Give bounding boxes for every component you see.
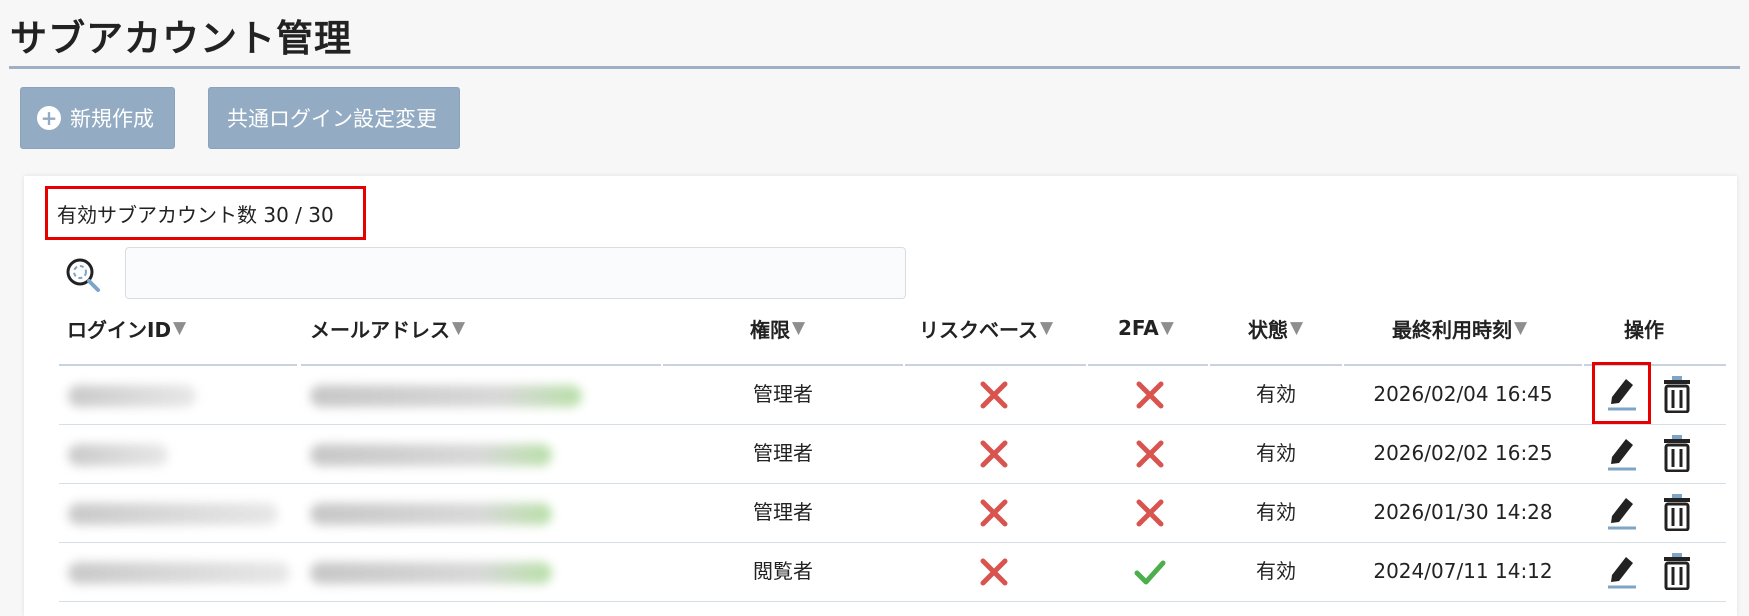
sort-down-icon: ▼ xyxy=(452,318,466,338)
common-login-settings-button[interactable]: 共通ログイン設定変更 xyxy=(208,87,460,149)
role-cell: 管理者 xyxy=(753,441,813,465)
header-divider xyxy=(1088,364,1208,366)
row-divider xyxy=(59,483,1726,484)
edit-button-highlight xyxy=(1592,362,1651,424)
x-icon xyxy=(980,381,1008,409)
column-header-label: 2FA xyxy=(1118,316,1159,340)
column-header-login-id[interactable]: ログインID ▼ xyxy=(67,310,186,346)
search-icon[interactable] xyxy=(65,257,105,297)
edit-pencil-icon[interactable] xyxy=(1606,492,1638,530)
header-divider xyxy=(301,364,661,366)
title-divider xyxy=(9,66,1740,69)
column-header-risk-based[interactable]: リスクベース ▼ xyxy=(919,310,1053,346)
column-header-label: 状態 xyxy=(1248,317,1288,342)
active-count-text: 有効サブアカウント数 30 / 30 xyxy=(57,202,334,227)
x-icon xyxy=(1136,381,1164,409)
login-id-redacted xyxy=(68,444,168,466)
edit-pencil-icon[interactable] xyxy=(1606,551,1638,589)
role-cell: 管理者 xyxy=(753,382,813,406)
column-header-label: メールアドレス xyxy=(310,317,450,342)
plus-circle-icon: + xyxy=(37,106,61,130)
trash-icon[interactable] xyxy=(1663,434,1691,472)
sort-down-icon: ▼ xyxy=(1290,318,1304,338)
email-redacted xyxy=(310,444,552,466)
role-cell: 管理者 xyxy=(753,500,813,524)
x-icon xyxy=(1136,440,1164,468)
x-icon xyxy=(980,558,1008,586)
x-icon xyxy=(980,499,1008,527)
status-cell: 有効 xyxy=(1256,559,1296,583)
email-redacted xyxy=(310,562,552,584)
column-header-label: 権限 xyxy=(750,317,790,342)
column-header-label: 操作 xyxy=(1624,317,1664,342)
status-cell: 有効 xyxy=(1256,500,1296,524)
column-header-email[interactable]: メールアドレス ▼ xyxy=(310,310,465,346)
status-cell: 有効 xyxy=(1256,441,1296,465)
x-icon xyxy=(980,440,1008,468)
x-icon xyxy=(1136,499,1164,527)
email-redacted xyxy=(310,385,582,407)
sort-down-icon: ▼ xyxy=(173,318,187,338)
sort-down-icon: ▼ xyxy=(792,318,806,338)
trash-icon[interactable] xyxy=(1663,375,1691,413)
new-button-label: 新規作成 xyxy=(70,107,154,131)
row-divider xyxy=(59,542,1726,543)
login-id-redacted xyxy=(68,503,278,525)
header-divider xyxy=(59,364,297,366)
edit-pencil-icon[interactable] xyxy=(1606,433,1638,471)
common-login-settings-label: 共通ログイン設定変更 xyxy=(227,107,437,131)
login-id-redacted xyxy=(68,562,290,584)
role-cell: 閲覧者 xyxy=(753,559,813,583)
new-button[interactable]: + 新規作成 xyxy=(20,87,175,149)
column-header-label: リスクベース xyxy=(919,317,1038,342)
trash-icon[interactable] xyxy=(1663,493,1691,531)
last-used-cell: 2026/01/30 14:28 xyxy=(1373,500,1553,524)
column-header-actions: 操作 xyxy=(1624,310,1664,346)
header-divider xyxy=(1344,364,1582,366)
search-input[interactable] xyxy=(125,247,906,299)
row-divider xyxy=(59,424,1726,425)
header-divider xyxy=(663,364,903,366)
header-divider xyxy=(1210,364,1342,366)
header-divider xyxy=(905,364,1086,366)
last-used-cell: 2024/07/11 14:12 xyxy=(1373,559,1553,583)
column-header-status[interactable]: 状態 ▼ xyxy=(1248,310,1303,346)
column-header-2fa[interactable]: 2FA ▼ xyxy=(1118,310,1174,346)
column-header-label: ログインID xyxy=(67,317,172,342)
trash-icon[interactable] xyxy=(1663,552,1691,590)
login-id-redacted xyxy=(68,385,196,407)
sort-down-icon: ▼ xyxy=(1040,318,1054,338)
page-title: サブアカウント管理 xyxy=(10,17,352,60)
subaccount-panel: 有効サブアカウント数 30 / 30 ログインID ▼ メールアドレス ▼ 権限… xyxy=(24,176,1737,616)
sort-down-icon: ▼ xyxy=(1514,318,1528,338)
column-header-last-used[interactable]: 最終利用時刻 ▼ xyxy=(1392,310,1527,346)
active-count-label: 有効サブアカウント数 30 / 30 xyxy=(45,186,366,240)
column-header-label: 最終利用時刻 xyxy=(1392,317,1512,342)
last-used-cell: 2026/02/02 16:25 xyxy=(1373,441,1553,465)
row-divider xyxy=(59,601,1726,602)
sort-down-icon: ▼ xyxy=(1160,318,1174,338)
column-header-role[interactable]: 権限 ▼ xyxy=(750,310,805,346)
last-used-cell: 2026/02/04 16:45 xyxy=(1373,382,1553,406)
status-cell: 有効 xyxy=(1256,382,1296,406)
check-icon xyxy=(1134,560,1166,585)
email-redacted xyxy=(310,503,552,525)
